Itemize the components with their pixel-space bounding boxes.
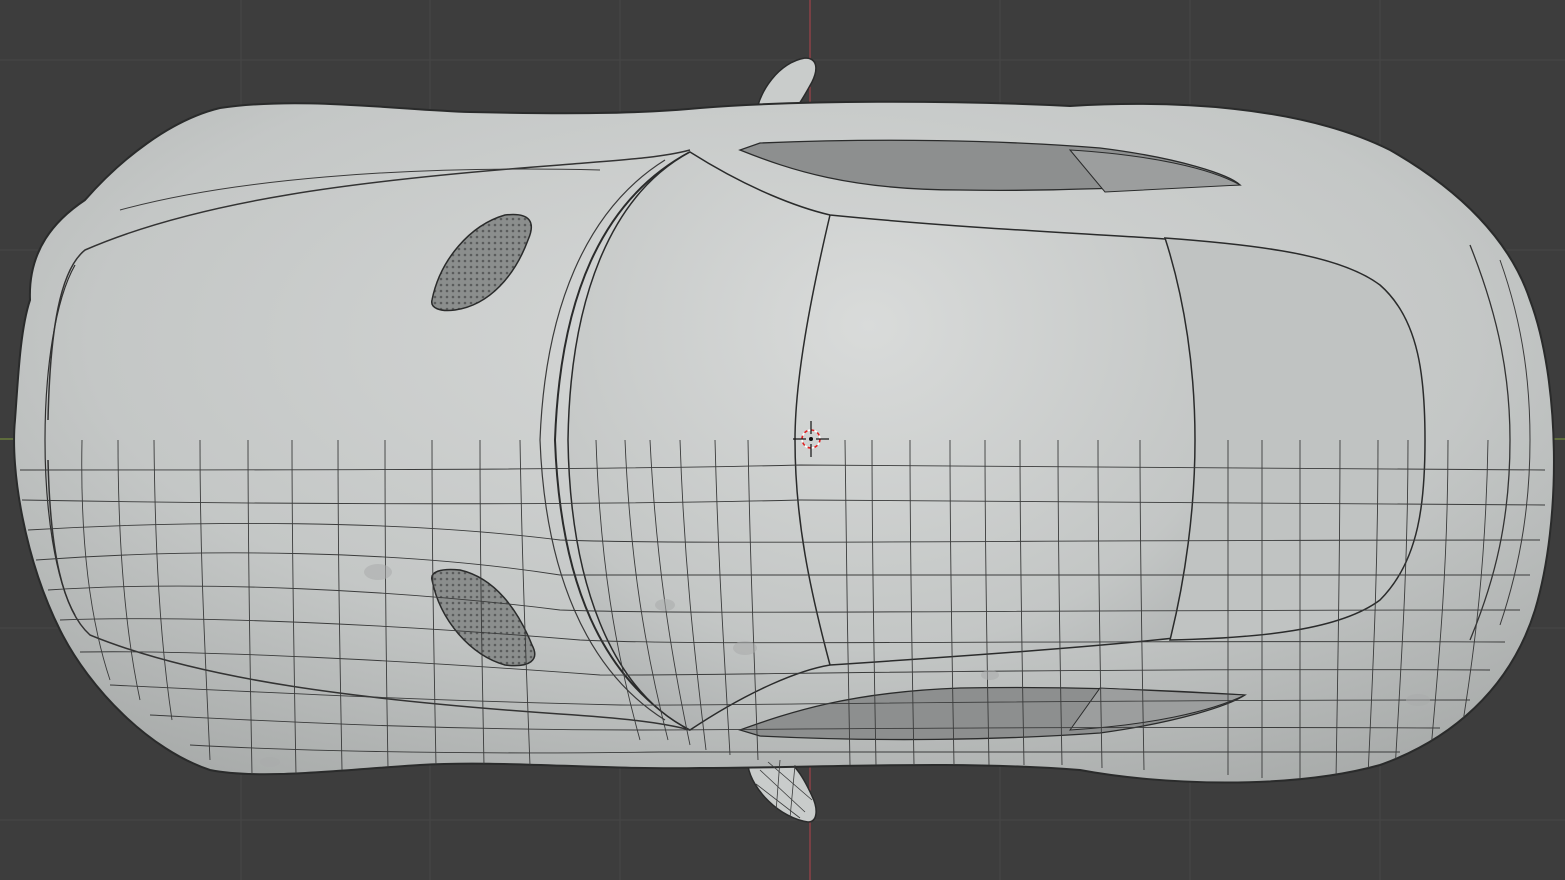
- viewport-canvas[interactable]: [0, 0, 1565, 880]
- 3d-viewport[interactable]: [0, 0, 1565, 880]
- rear-window: [1163, 237, 1426, 641]
- car-body[interactable]: [13, 100, 1555, 784]
